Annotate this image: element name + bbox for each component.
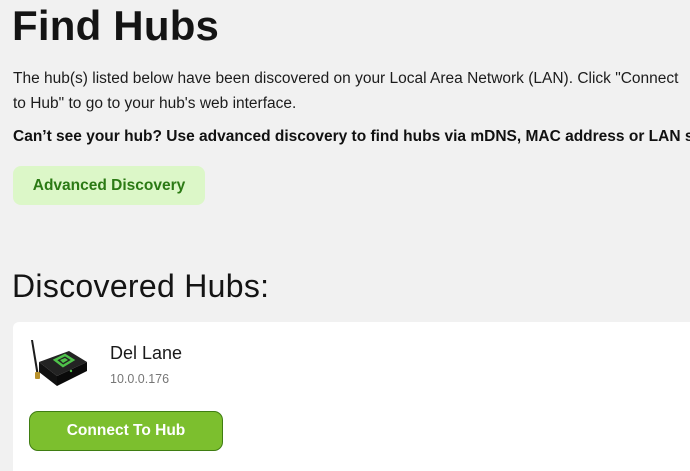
advanced-discovery-button[interactable]: Advanced Discovery bbox=[13, 166, 205, 205]
discovered-hubs-heading: Discovered Hubs: bbox=[12, 268, 270, 304]
hub-card: Del Lane 10.0.0.176 Connect To Hub bbox=[13, 322, 690, 471]
page-title: Find Hubs bbox=[12, 2, 220, 49]
hub-ip-address: 10.0.0.176 bbox=[110, 372, 170, 386]
hub-name: Del Lane bbox=[110, 343, 183, 363]
find-hubs-page: Find Hubs The hub(s) listed below have b… bbox=[0, 0, 690, 471]
intro-text: The hub(s) listed below have been discov… bbox=[13, 70, 679, 112]
advanced-discovery-hint: Can’t see your hub? Use advanced discove… bbox=[13, 128, 690, 145]
connect-to-hub-button[interactable]: Connect To Hub bbox=[29, 411, 223, 451]
hub-device-icon bbox=[27, 338, 89, 390]
